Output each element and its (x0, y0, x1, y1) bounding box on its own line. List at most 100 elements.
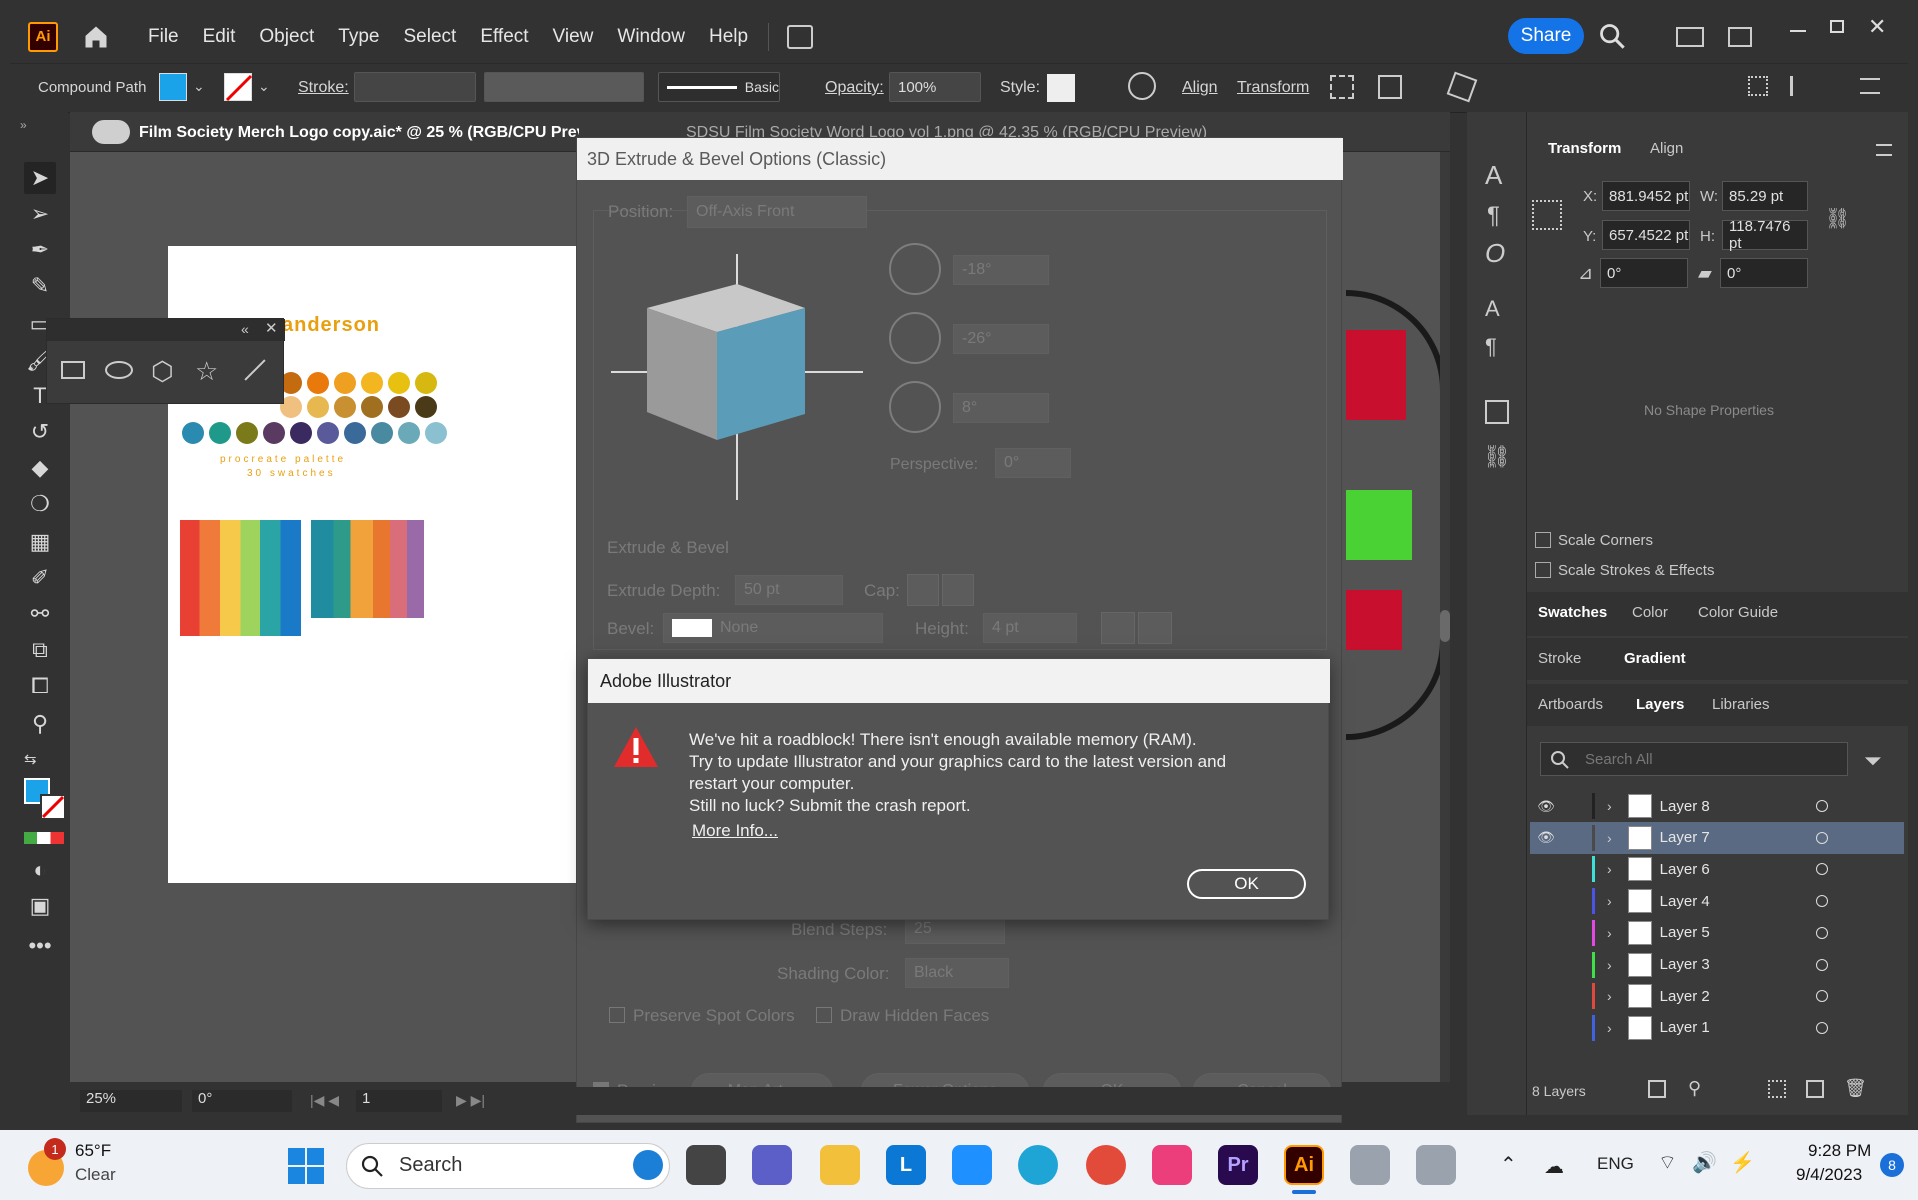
layer-row[interactable]: › Layer 5 (1530, 917, 1904, 949)
links-icon[interactable]: ⛓ (1483, 444, 1511, 470)
chevron-right-icon[interactable]: › (1607, 798, 1612, 814)
star-tool-icon[interactable]: ☆ (195, 356, 218, 387)
export-layer-icon[interactable] (1648, 1080, 1666, 1098)
zoom-field[interactable]: 25% (80, 1090, 182, 1112)
export-icon[interactable] (1485, 400, 1509, 424)
gradient-tool-icon[interactable]: ▦ (24, 526, 56, 558)
direct-selection-tool-icon[interactable]: ➢ (24, 198, 56, 230)
target-icon[interactable] (1815, 895, 1828, 908)
menu-type[interactable]: Type (338, 26, 379, 48)
start-icon[interactable] (288, 1148, 324, 1184)
tab-swatches[interactable]: Swatches (1538, 604, 1607, 621)
opentype-icon[interactable]: O (1485, 238, 1505, 269)
height-field[interactable]: 4 pt (983, 613, 1077, 643)
close-icon[interactable]: ✕ (265, 319, 278, 337)
tab-active-document[interactable]: Film Society Merch Logo copy.aic* @ 25 %… (139, 124, 579, 142)
scrollbar-thumb[interactable] (1440, 610, 1450, 642)
target-icon[interactable] (1815, 926, 1828, 939)
polygon-tool-icon[interactable]: ⬡ (151, 356, 174, 387)
screen-mode-icon[interactable]: ▣ (24, 890, 56, 922)
target-icon[interactable] (1815, 990, 1828, 1003)
alert-ok-button[interactable]: OK (1187, 869, 1306, 899)
illustrator-icon[interactable]: Ai (1284, 1145, 1324, 1185)
x-field[interactable]: 881.9452 pt (1602, 181, 1690, 211)
notification-badge[interactable]: 8 (1880, 1153, 1904, 1177)
target-icon[interactable] (1815, 958, 1828, 971)
distribute-icon[interactable] (1790, 76, 1812, 96)
target-icon[interactable] (1815, 863, 1828, 876)
transform-link[interactable]: Transform (1237, 79, 1309, 97)
swap-fill-stroke-icon[interactable]: ⇆ (24, 750, 64, 770)
layer-row[interactable]: › Layer 3 (1530, 949, 1904, 981)
layer-name[interactable]: Layer 1 (1660, 1019, 1810, 1036)
app-l-icon[interactable]: L (886, 1145, 926, 1185)
home-icon[interactable] (80, 23, 112, 51)
ellipse-tool-icon[interactable] (105, 361, 133, 379)
grid-icon[interactable] (1748, 76, 1768, 96)
wifi-icon[interactable]: ⌔ (1658, 1150, 1677, 1175)
layer-row[interactable]: › Layer 4 (1530, 885, 1904, 917)
cap-on-button[interactable] (907, 574, 939, 606)
character-styles-icon[interactable]: A (1485, 296, 1500, 322)
maximize-icon[interactable] (1830, 20, 1844, 33)
pen-tool-icon[interactable]: ✒ (24, 234, 56, 266)
arrange-documents-icon[interactable] (787, 24, 814, 49)
curvature-tool-icon[interactable]: ✎ (24, 270, 56, 302)
layer-row[interactable]: 👁 › Layer 7 (1530, 821, 1904, 854)
file-explorer-icon[interactable] (820, 1145, 860, 1185)
artboard-tool-icon[interactable]: ⧠ (24, 670, 56, 702)
app-cube-icon-2[interactable] (1416, 1145, 1456, 1185)
y-rotation-field[interactable]: -26° (953, 324, 1049, 354)
target-icon[interactable] (1815, 831, 1828, 844)
rotate-tool-icon[interactable]: ↺ (24, 416, 56, 448)
isolate-icon[interactable] (1330, 75, 1354, 99)
creative-cloud-icon[interactable] (1152, 1145, 1192, 1185)
tab-layers[interactable]: Layers (1636, 696, 1684, 713)
prev-artboard-icon[interactable]: |◀ ◀ (310, 1092, 339, 1109)
layer-name[interactable]: Layer 6 (1660, 861, 1810, 878)
paragraph-styles-icon[interactable]: ¶ (1485, 334, 1497, 360)
chevron-right-icon[interactable]: › (1607, 830, 1612, 846)
tab-gradient[interactable]: Gradient (1624, 650, 1686, 667)
brush-definition[interactable]: Basic (658, 72, 780, 102)
delete-layer-icon[interactable]: 🗑 (1844, 1078, 1867, 1099)
menu-object[interactable]: Object (259, 26, 314, 48)
layer-name[interactable]: Layer 2 (1660, 988, 1810, 1005)
layer-name[interactable]: Layer 5 (1660, 924, 1810, 941)
fill-swatch[interactable] (159, 73, 187, 101)
rotate-field[interactable]: 0° (1600, 258, 1688, 288)
shading-color-dropdown[interactable]: Black (905, 958, 1009, 988)
tab-align[interactable]: Align (1650, 140, 1683, 157)
make-clipping-mask-icon[interactable] (1768, 1080, 1786, 1098)
opacity-field[interactable]: 100% (889, 72, 981, 102)
artboard-number-field[interactable]: 1 (356, 1090, 442, 1112)
bevel-in-button[interactable] (1138, 612, 1172, 644)
layer-row[interactable]: › Layer 6 (1530, 853, 1904, 885)
premiere-icon[interactable]: Pr (1218, 1145, 1258, 1185)
teams-icon[interactable] (752, 1145, 792, 1185)
draw-mode-icon[interactable]: ◐ (24, 854, 56, 886)
collapse-icon[interactable]: « (241, 321, 249, 337)
target-icon[interactable] (1815, 1021, 1828, 1034)
y-field[interactable]: 657.4522 pt (1602, 220, 1690, 250)
popout-header[interactable] (47, 319, 285, 341)
app-cube-icon[interactable] (1350, 1145, 1390, 1185)
rotation-field[interactable]: 0° (192, 1090, 292, 1112)
stroke-weight-field[interactable] (354, 72, 476, 102)
chevron-down-icon[interactable]: ⌄ (258, 78, 270, 95)
layers-search-input[interactable]: Search All (1540, 742, 1848, 776)
menu-help[interactable]: Help (709, 26, 748, 48)
layer-row[interactable]: 👁 › Layer 8 (1530, 790, 1904, 822)
eraser-tool-icon[interactable]: ◆ (24, 452, 56, 484)
layer-name[interactable]: Layer 3 (1660, 956, 1810, 973)
battery-icon[interactable]: ⚡ (1730, 1150, 1755, 1175)
target-icon[interactable] (1815, 800, 1828, 812)
clock-date[interactable]: 9/4/2023 (1796, 1165, 1862, 1185)
line-tool-icon[interactable] (244, 359, 266, 381)
z-rotation-dial[interactable] (889, 381, 941, 433)
visibility-icon[interactable]: 👁 (1530, 829, 1562, 846)
chevron-right-icon[interactable]: › (1607, 988, 1612, 1004)
tab-color[interactable]: Color (1632, 604, 1668, 621)
chevron-right-icon[interactable]: › (1607, 925, 1612, 941)
shape-builder-tool-icon[interactable]: ⧉ (24, 634, 56, 666)
